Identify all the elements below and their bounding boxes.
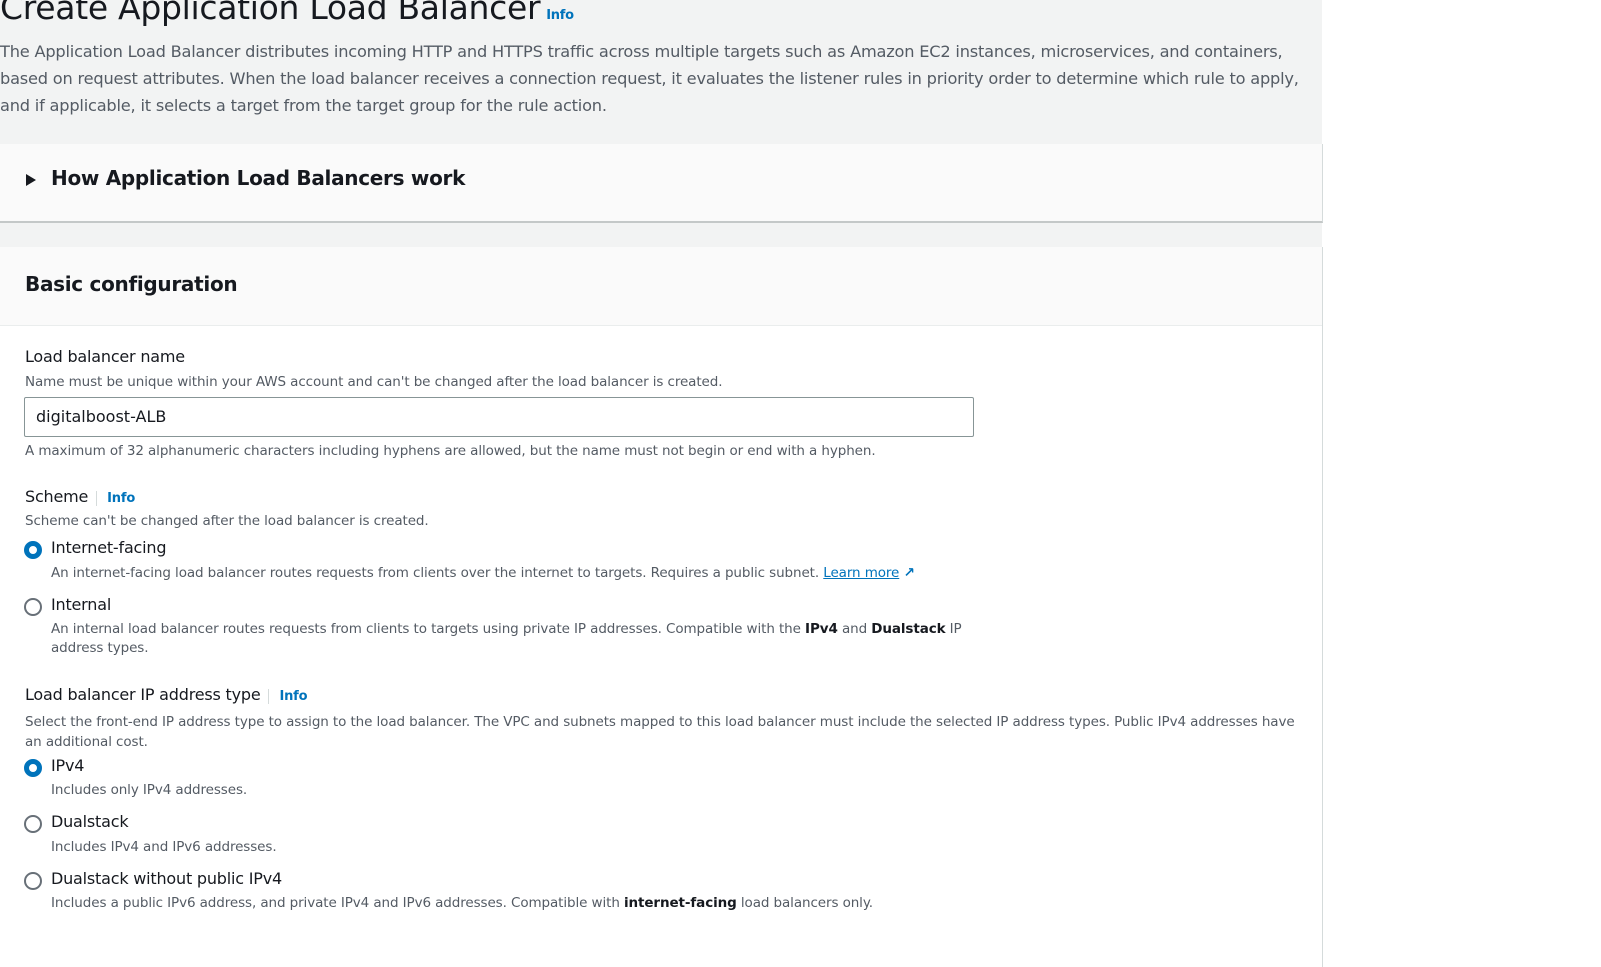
basic-configuration-panel: Basic configuration Load balancer name N…: [0, 247, 1323, 967]
scheme-info-link[interactable]: Info: [96, 491, 135, 506]
radio-internet-facing[interactable]: [24, 541, 42, 559]
bold-text: internet-facing: [623, 895, 737, 911]
ip-type-label-text: Load balancer IP address type: [25, 685, 261, 704]
option-internal-desc: An internal load balancer routes request…: [51, 621, 962, 637]
option-dualstack-desc: Includes IPv4 and IPv6 addresses.: [51, 839, 277, 855]
name-help: Name must be unique within your AWS acco…: [25, 374, 723, 390]
desc-text: An internal load balancer routes request…: [51, 621, 806, 637]
desc-text: An internet-facing load balancer routes …: [51, 565, 820, 581]
option-dualstack-label[interactable]: Dualstack: [51, 812, 129, 831]
radio-ipv4[interactable]: [24, 759, 42, 777]
option-dualstack-no-public-desc: Includes a public IPv6 address, and priv…: [51, 895, 873, 911]
option-internet-facing-label[interactable]: Internet-facing: [51, 538, 166, 557]
bold-text: IPv4: [805, 621, 838, 637]
scheme-label: Scheme Info: [25, 487, 135, 506]
how-it-works-expander[interactable]: How Application Load Balancers work: [0, 144, 1323, 223]
expander-heading: How Application Load Balancers work: [51, 166, 466, 190]
desc-text: Includes a public IPv6 address, and priv…: [51, 895, 624, 911]
radio-dualstack[interactable]: [24, 815, 42, 833]
panel-title: Basic configuration: [25, 272, 238, 296]
panel-header: Basic configuration: [0, 247, 1322, 326]
option-internal-label[interactable]: Internal: [51, 595, 111, 614]
page-title-text: Create Application Load Balancer: [0, 0, 541, 27]
option-ipv4-label[interactable]: IPv4: [51, 756, 84, 775]
name-constraint: A maximum of 32 alphanumeric characters …: [25, 443, 876, 459]
bold-text: Dualstack: [871, 621, 946, 637]
page-title: Create Application Load Balancer Info: [0, 0, 574, 27]
desc-text: load balancers only.: [736, 895, 873, 911]
desc-text: and: [837, 621, 872, 637]
radio-internal[interactable]: [24, 598, 42, 616]
caret-right-icon: [26, 174, 36, 186]
scheme-help: Scheme can't be changed after the load b…: [25, 513, 429, 529]
option-internal-desc-cont: address types.: [51, 640, 149, 656]
name-label: Load balancer name: [25, 347, 185, 366]
ip-type-help: Select the front-end IP address type to …: [25, 714, 1295, 750]
option-internet-facing-desc: An internet-facing load balancer routes …: [51, 565, 915, 581]
learn-more-link[interactable]: Learn more: [823, 565, 899, 581]
load-balancer-name-input[interactable]: digitalboost-ALB: [24, 397, 974, 437]
ip-type-label: Load balancer IP address type Info: [25, 685, 308, 704]
option-ipv4-desc: Includes only IPv4 addresses.: [51, 782, 248, 798]
page-description: The Application Load Balancer distribute…: [0, 42, 1299, 115]
desc-text: IP: [945, 621, 962, 637]
radio-dualstack-no-public-ipv4[interactable]: [24, 872, 42, 890]
ip-type-info-link[interactable]: Info: [268, 689, 308, 704]
scheme-label-text: Scheme: [25, 487, 89, 506]
info-link[interactable]: Info: [546, 8, 574, 23]
option-dualstack-no-public-label[interactable]: Dualstack without public IPv4: [51, 869, 282, 888]
external-link-icon[interactable]: ↗: [903, 565, 914, 581]
